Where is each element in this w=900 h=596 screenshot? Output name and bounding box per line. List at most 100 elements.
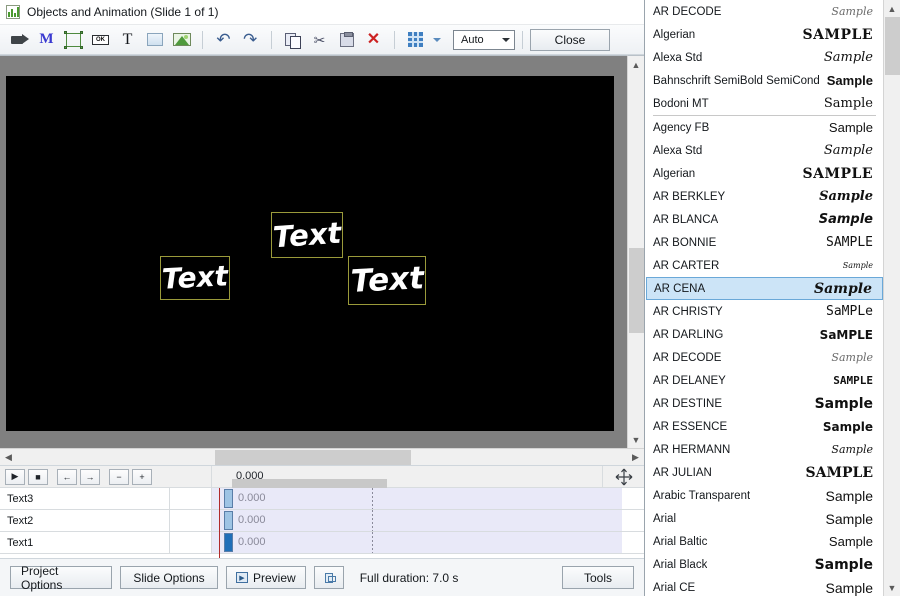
text-icon[interactable]: T xyxy=(114,28,141,52)
play-button[interactable]: ▶ xyxy=(5,468,25,485)
project-options-button[interactable]: Project Options xyxy=(10,564,112,592)
rectangle-icon[interactable] xyxy=(141,28,168,52)
font-list-item[interactable]: Alexa Std Sample xyxy=(646,139,883,162)
font-list-item[interactable]: Algerian SAMPLE xyxy=(646,23,883,46)
canvas-viewport[interactable]: Text Text Text xyxy=(0,55,627,448)
delete-icon[interactable]: ✕ xyxy=(360,28,387,52)
timeline-row-track[interactable]: 0.000 xyxy=(212,510,644,531)
font-list[interactable]: AR DECODE Sample Algerian SAMPLE Alexa Std Sa… xyxy=(646,0,883,596)
redo-icon[interactable]: ↶ xyxy=(237,28,264,52)
scroll-up-icon[interactable]: ▲ xyxy=(628,56,645,73)
scroll-left-icon[interactable]: ◀ xyxy=(0,449,17,466)
stop-button[interactable]: ■ xyxy=(28,468,48,485)
prev-button[interactable]: ← xyxy=(57,468,77,485)
scroll-right-icon[interactable]: ▶ xyxy=(627,449,644,466)
font-scroll-track[interactable] xyxy=(884,17,900,579)
font-list-item[interactable]: AR DECODE Sample xyxy=(646,0,883,23)
copy-icon[interactable] xyxy=(279,28,306,52)
canvas-hscroll-track[interactable] xyxy=(17,449,627,466)
font-name-label: AR JULIAN xyxy=(653,466,712,479)
font-list-item[interactable]: AR BERKLEY Sample xyxy=(646,185,883,208)
font-list-item[interactable]: Arial CE Sample xyxy=(646,576,883,596)
timeline-keyframe[interactable] xyxy=(224,533,233,552)
font-list-item[interactable]: AR DECODE Sample xyxy=(646,346,883,369)
timeline-row-track[interactable]: 0.000 xyxy=(212,532,644,553)
zoom-out-button[interactable]: − xyxy=(109,468,129,485)
zoom-in-button[interactable]: + xyxy=(132,468,152,485)
font-list-item[interactable]: AR ESSENCE Sample xyxy=(646,415,883,438)
font-list-item[interactable]: AR CHRISTY SaMPLe xyxy=(646,300,883,323)
canvas-hscroll-thumb[interactable] xyxy=(215,449,411,465)
timeline-row[interactable]: Text3 0.000 xyxy=(0,488,644,510)
font-name-label: AR DELANEY xyxy=(653,374,726,387)
font-list-item[interactable]: Arial Baltic Sample xyxy=(646,530,883,553)
font-sample-preview: SAMPLE xyxy=(805,464,873,481)
font-name-label: AR DECODE xyxy=(653,5,722,18)
timeline-header: ▶ ■ ← → − + 0.000 xyxy=(0,466,644,488)
font-list-item-selected[interactable]: AR CENA Sample xyxy=(646,277,883,300)
image-icon[interactable] xyxy=(168,28,195,52)
undo-icon[interactable]: ↶ xyxy=(210,28,237,52)
grid-icon[interactable] xyxy=(402,28,429,52)
timeline-keyframe[interactable] xyxy=(224,511,233,530)
mask-icon[interactable]: M xyxy=(33,28,60,52)
font-list-item[interactable]: AR HERMANN Sample xyxy=(646,438,883,461)
timeline-row[interactable]: Text1 0.000 xyxy=(0,532,644,554)
font-list-item[interactable]: AR BONNIE SAMPLE xyxy=(646,231,883,254)
close-button[interactable]: Close xyxy=(530,28,610,51)
grid-dropdown-icon[interactable] xyxy=(429,28,445,52)
timeline-playhead[interactable] xyxy=(219,488,220,558)
timeline-row-track[interactable]: 0.000 xyxy=(212,488,644,509)
font-list-item[interactable]: AR BLANCA Sample xyxy=(646,208,883,231)
timeline-keyframe-value: 0.000 xyxy=(238,514,266,526)
cut-icon[interactable]: ✂ xyxy=(306,28,333,52)
font-list-item[interactable]: AR DELANEY SAMPLE xyxy=(646,369,883,392)
font-name-label: AR HERMANN xyxy=(653,443,731,456)
slide-options-button[interactable]: Slide Options xyxy=(120,566,218,589)
font-name-label: Alexa Std xyxy=(653,51,703,64)
font-list-item[interactable]: Arial Black Sample xyxy=(646,553,883,576)
font-sample-preview: Sample xyxy=(823,143,873,158)
canvas-vertical-scrollbar[interactable]: ▲ ▼ xyxy=(627,55,644,448)
font-scroll-up-icon[interactable]: ▲ xyxy=(884,0,900,17)
timeline-keyframe[interactable] xyxy=(224,489,233,508)
font-list-item[interactable]: Bahnschrift SemiBold SemiConder Sample xyxy=(646,69,883,92)
paste-icon[interactable] xyxy=(333,28,360,52)
font-list-item[interactable]: Agency FB Sample xyxy=(646,116,883,139)
frame-icon[interactable] xyxy=(60,28,87,52)
canvas-text-object-label: Text xyxy=(161,259,229,296)
font-list-item[interactable]: AR DESTINE Sample xyxy=(646,392,883,415)
canvas-horizontal-scrollbar[interactable]: ◀ ▶ xyxy=(0,448,644,466)
font-list-scrollbar[interactable]: ▲ ▼ xyxy=(883,0,900,596)
font-list-item[interactable]: Alexa Std Sample xyxy=(646,46,883,69)
canvas-vscroll-track[interactable] xyxy=(628,73,645,431)
timeline-ruler[interactable]: 0.000 xyxy=(212,466,602,488)
scroll-down-icon[interactable]: ▼ xyxy=(628,431,645,448)
timeline-controls: ▶ ■ ← → − + xyxy=(0,466,212,487)
font-scroll-thumb[interactable] xyxy=(884,17,900,75)
canvas-vscroll-thumb[interactable] xyxy=(628,248,644,333)
canvas-text-object[interactable]: Text xyxy=(348,256,426,305)
next-button[interactable]: → xyxy=(80,468,100,485)
tools-button[interactable]: Tools xyxy=(562,566,634,589)
font-list-item[interactable]: AR DARLING SaMPLE xyxy=(646,323,883,346)
font-list-item[interactable]: AR JULIAN SAMPLE xyxy=(646,461,883,484)
slide-canvas[interactable]: Text Text Text xyxy=(6,76,614,431)
move-cross-icon[interactable] xyxy=(602,466,644,487)
button-icon[interactable]: OK xyxy=(87,28,114,52)
font-list-item[interactable]: Arial Sample xyxy=(646,507,883,530)
timeline-row[interactable]: Text2 0.000 xyxy=(0,510,644,532)
loop-button[interactable] xyxy=(313,566,344,589)
preview-button[interactable]: ▶ Preview xyxy=(226,566,306,589)
font-sample-preview: SAMPLE xyxy=(802,26,873,43)
font-list-item[interactable]: Algerian SAMPLE xyxy=(646,162,883,185)
canvas-text-object[interactable]: Text xyxy=(160,256,230,300)
canvas-text-object[interactable]: Text xyxy=(271,212,343,258)
font-list-item[interactable]: Bodoni MT Sample xyxy=(646,92,883,115)
font-name-label: AR DARLING xyxy=(653,328,724,341)
font-scroll-down-icon[interactable]: ▼ xyxy=(884,579,900,596)
projector-icon[interactable] xyxy=(6,28,33,52)
font-list-item[interactable]: AR CARTER Sample xyxy=(646,254,883,277)
zoom-level-combo[interactable]: Auto xyxy=(453,29,515,50)
font-list-item[interactable]: Arabic Transparent Sample xyxy=(646,484,883,507)
